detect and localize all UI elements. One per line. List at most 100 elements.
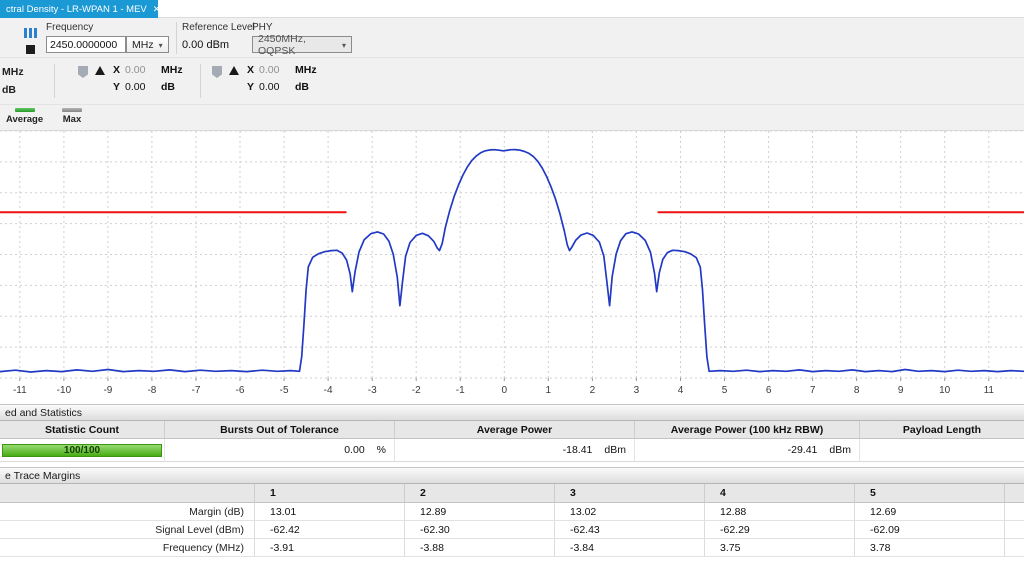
average-power-cell: -18.41 dBm xyxy=(395,439,635,462)
svg-text:11: 11 xyxy=(984,385,995,396)
margins-column-3: 3 xyxy=(555,484,705,503)
svg-text:-2: -2 xyxy=(412,385,421,396)
phy-label: PHY xyxy=(252,22,352,33)
margin-value: 13.01 xyxy=(255,503,405,521)
bursts-unit: % xyxy=(377,444,386,456)
svg-text:6: 6 xyxy=(766,385,772,396)
margins-column-4: 4 xyxy=(705,484,855,503)
psd-chart[interactable]: -11-10-9-8-7-6-5-4-3-2-101234567891011 xyxy=(0,131,1024,404)
marker-x-label: X xyxy=(247,64,259,76)
signal-level-fill xyxy=(1005,521,1024,539)
bursts-cell: 0.00 % xyxy=(165,439,395,462)
table-row: Signal Level (dBm) -62.42 -62.30 -62.43 … xyxy=(0,521,1024,539)
svg-text:2: 2 xyxy=(590,385,596,396)
svg-text:-1: -1 xyxy=(456,385,465,396)
svg-text:-7: -7 xyxy=(192,385,201,396)
svg-text:10: 10 xyxy=(939,385,951,396)
svg-text:4: 4 xyxy=(678,385,684,396)
signal-level-value: -62.42 xyxy=(255,521,405,539)
frequency-fill xyxy=(1005,539,1024,557)
chevron-down-icon xyxy=(159,39,163,51)
signal-level-value: -62.29 xyxy=(705,521,855,539)
tab-title: ctral Density - LR-WPAN 1 - MEV xyxy=(6,4,147,15)
channel-button[interactable] xyxy=(22,26,38,39)
chevron-down-icon xyxy=(342,39,346,51)
margin-value: 12.88 xyxy=(705,503,855,521)
frequency-unit-dropdown[interactable]: MHz xyxy=(126,36,169,53)
legend-item-average[interactable]: Average xyxy=(6,108,43,125)
statistic-count-value: 100/100 xyxy=(64,445,100,456)
trace-margins-table: 1 2 3 4 5 Margin (dB) 13.01 12.89 13.02 … xyxy=(0,484,1024,557)
stop-icon xyxy=(26,45,35,54)
statistics-table: Statistic Count Bursts Out of Tolerance … xyxy=(0,421,1024,462)
stop-button[interactable] xyxy=(22,43,38,56)
close-icon[interactable]: ✕ xyxy=(147,5,158,14)
frequency-value: -3.88 xyxy=(405,539,555,557)
svg-text:7: 7 xyxy=(810,385,816,396)
marker-y-value[interactable]: 0.00 xyxy=(259,81,295,93)
marker-shield-icon[interactable] xyxy=(78,66,88,78)
frequency-input[interactable] xyxy=(46,36,126,53)
margin-value: 12.89 xyxy=(405,503,555,521)
marker-x-label: X xyxy=(113,64,125,76)
reference-level-field[interactable]: 0.00 dBm xyxy=(182,39,255,51)
svg-text:0: 0 xyxy=(502,385,508,396)
delta-marker-icon[interactable] xyxy=(229,66,239,75)
toolbar-main: Frequency MHz Reference Level 0.00 dBm P… xyxy=(0,18,1024,58)
margin-fill xyxy=(1005,503,1024,521)
frequency-value: -3.84 xyxy=(555,539,705,557)
svg-text:-11: -11 xyxy=(13,385,27,396)
tab-bar: ctral Density - LR-WPAN 1 - MEV ✕ xyxy=(0,0,1024,18)
svg-text:-5: -5 xyxy=(280,385,289,396)
statistics-table-row: 100/100 0.00 % -18.41 dBm -29.41 dBm xyxy=(0,439,1024,462)
marker-toolbar: MHz dB X 0.00 MHz Y 0.00 dB xyxy=(0,58,1024,105)
statistic-count-bar: 100/100 xyxy=(2,444,162,457)
reference-level-group: Reference Level 0.00 dBm xyxy=(182,22,255,51)
column-header-payload-length: Payload Length xyxy=(860,421,1024,439)
column-header-bursts: Bursts Out of Tolerance xyxy=(165,421,395,439)
frequency-group: Frequency MHz xyxy=(46,22,169,53)
svg-text:3: 3 xyxy=(634,385,640,396)
phy-dropdown[interactable]: 2450MHz, OQPSK xyxy=(252,36,352,53)
average-trace-swatch xyxy=(15,108,35,112)
statistic-count-cell: 100/100 xyxy=(0,439,165,462)
phy-value: 2450MHz, OQPSK xyxy=(258,33,337,57)
svg-text:5: 5 xyxy=(722,385,728,396)
column-header-statistic-count: Statistic Count xyxy=(0,421,165,439)
reference-level-label: Reference Level xyxy=(182,22,255,33)
margins-column-fill xyxy=(1005,484,1024,503)
marker-stub-units: MHz dB xyxy=(2,66,24,96)
average-power-unit: dBm xyxy=(604,444,626,456)
marker-stub-y-unit: dB xyxy=(2,84,24,96)
average-power-rbw-unit: dBm xyxy=(829,444,851,456)
svg-text:-9: -9 xyxy=(103,385,112,396)
svg-text:-10: -10 xyxy=(57,385,72,396)
legend-item-max[interactable]: Max xyxy=(62,108,82,125)
signal-level-value: -62.30 xyxy=(405,521,555,539)
marker-shield-icon[interactable] xyxy=(212,66,222,78)
svg-text:-4: -4 xyxy=(324,385,333,396)
channel-icon xyxy=(24,28,37,38)
marker-x-unit: MHz xyxy=(161,64,187,76)
svg-text:8: 8 xyxy=(854,385,860,396)
frequency-value: 3.78 xyxy=(855,539,1005,557)
marker-x-value[interactable]: 0.00 xyxy=(259,64,295,76)
statistics-section-header[interactable]: ed and Statistics xyxy=(0,404,1024,421)
trace-legend: Average Max xyxy=(0,105,1024,131)
marker-x-value[interactable]: 0.00 xyxy=(125,64,161,76)
margins-section-header[interactable]: e Trace Margins xyxy=(0,467,1024,484)
svg-text:1: 1 xyxy=(546,385,552,396)
table-row: Margin (dB) 13.01 12.89 13.02 12.88 12.6… xyxy=(0,503,1024,521)
frequency-value: 3.75 xyxy=(705,539,855,557)
frequency-unit-value: MHz xyxy=(132,39,154,51)
margin-value: 13.02 xyxy=(555,503,705,521)
row-label-signal-level: Signal Level (dBm) xyxy=(0,521,255,539)
marker-y-value[interactable]: 0.00 xyxy=(125,81,161,93)
marker-group-2: X 0.00 MHz Y 0.00 dB xyxy=(212,64,321,93)
max-trace-label: Max xyxy=(63,114,81,125)
signal-level-value: -62.43 xyxy=(555,521,705,539)
delta-marker-icon[interactable] xyxy=(95,66,105,75)
margins-column-1: 1 xyxy=(255,484,405,503)
tab-spectral-density[interactable]: ctral Density - LR-WPAN 1 - MEV ✕ xyxy=(0,0,158,18)
average-trace-label: Average xyxy=(6,114,43,125)
